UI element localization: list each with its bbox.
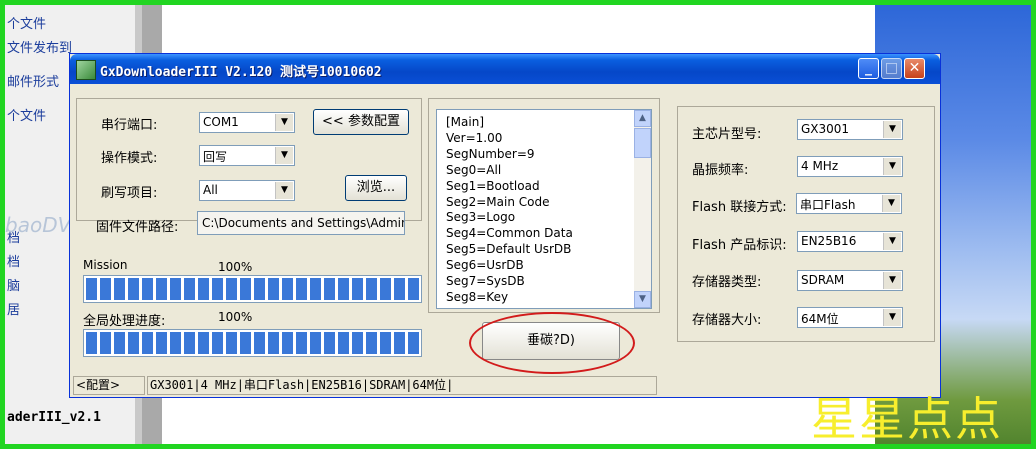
firmware-path-value: C:\Documents and Settings\Admin [202, 216, 405, 230]
task-item[interactable]: 脑 [7, 275, 20, 294]
item-select[interactable]: All ▼ [199, 180, 295, 201]
ini-line: Seg1=Bootload [446, 178, 540, 193]
ini-line: Seg2=Main Code [446, 194, 550, 209]
app-icon [76, 60, 96, 80]
chevron-down-icon[interactable]: ▼ [883, 272, 901, 289]
vertical-scrollbar[interactable]: ▲ ▼ [634, 110, 651, 308]
flash-id-value: EN25B16 [801, 234, 857, 248]
task-item[interactable]: 个文件 [7, 13, 46, 32]
chip-select[interactable]: GX3001 ▼ [797, 119, 903, 140]
ini-line: Seg6=UsrDB [446, 258, 524, 273]
ini-line: Seg7=SysDB [446, 274, 525, 288]
chip-value: GX3001 [801, 122, 850, 136]
ini-line: Seg5=Default UsrDB [446, 242, 572, 257]
mem-type-select[interactable]: SDRAM ▼ [797, 270, 903, 291]
scroll-up-icon[interactable]: ▲ [634, 110, 651, 127]
chip-label: 主芯片型号: [692, 127, 762, 142]
screenshot-frame: 个文件 文件发布到 邮件形式 个文件 档 档 脑 居 aderIII_v2.1 … [0, 0, 1036, 449]
status-summary: GX3001|4 MHz|串口Flash|EN25B16|SDRAM|64M位| [147, 376, 657, 395]
chevron-down-icon[interactable]: ▼ [883, 309, 901, 326]
global-progress-bar [83, 329, 422, 357]
chevron-down-icon[interactable]: ▼ [275, 182, 293, 199]
serial-port-label: 串行端口: [101, 118, 158, 133]
mem-size-select[interactable]: 64M位 ▼ [797, 307, 903, 328]
mem-size-value: 64M位 [801, 312, 839, 326]
mission-progress-bar [83, 275, 422, 303]
item-value: All [203, 183, 218, 197]
crystal-select[interactable]: 4 MHz ▼ [797, 156, 903, 177]
mem-size-label: 存储器大小: [692, 313, 762, 328]
maximize-button[interactable]: □ [881, 58, 902, 79]
chip-config-group: 主芯片型号: GX3001 ▼ 晶振频率: 4 MHz ▼ Flash 联接方式… [677, 106, 935, 342]
global-progress-fill [86, 332, 419, 354]
mem-type-value: SDRAM [801, 273, 845, 287]
downloader-window: GxDownloaderIII V2.120 测试号10010602 _ □ ✕… [69, 53, 941, 398]
global-percent: 100% [218, 310, 253, 324]
flash-id-label: Flash 产品标识: [692, 238, 787, 253]
serial-port-value: COM1 [203, 115, 239, 129]
crystal-value: 4 MHz [801, 159, 839, 173]
task-item[interactable]: 文件发布到 [7, 37, 72, 56]
scroll-down-icon[interactable]: ▼ [634, 291, 651, 308]
ini-line: Seg8=Key [446, 289, 509, 304]
window-title: GxDownloaderIII V2.120 测试号10010602 [100, 65, 382, 80]
ini-line: Seg0=All [446, 162, 502, 177]
task-item[interactable]: 档 [7, 251, 20, 270]
background-file-name: aderIII_v2.1 [7, 410, 101, 425]
connection-group: 串行端口: COM1 ▼ << 参数配置 操作模式: 回写 ▼ 刷写项目: Al… [76, 98, 422, 221]
flash-conn-select[interactable]: 串口Flash ▼ [796, 193, 902, 214]
ini-text-box[interactable]: [Main] Ver=1.00 SegNumber=9 Seg0=All Seg1=Bo… [436, 109, 652, 309]
chevron-down-icon[interactable]: ▼ [275, 147, 293, 164]
task-item[interactable]: 居 [7, 299, 20, 318]
param-config-button[interactable]: << 参数配置 [313, 109, 409, 135]
browse-button[interactable]: 浏览... [345, 175, 407, 201]
overlay-caption: 星星点点 [811, 392, 1003, 446]
scroll-thumb[interactable] [634, 128, 651, 158]
flash-conn-value: 串口Flash [800, 198, 856, 212]
mission-percent: 100% [218, 260, 253, 274]
firmware-path-field[interactable]: C:\Documents and Settings\Admin [197, 211, 405, 235]
chevron-down-icon[interactable]: ▼ [882, 195, 900, 212]
ini-line: Ver=1.00 [446, 130, 503, 145]
status-bar: <配置> GX3001|4 MHz|串口Flash|EN25B16|SDRAM|… [70, 376, 940, 397]
flash-id-select[interactable]: EN25B16 ▼ [797, 231, 903, 252]
task-item[interactable]: 个文件 [7, 105, 46, 124]
minimize-button[interactable]: _ [858, 58, 879, 79]
ini-line: [Main] [446, 115, 485, 129]
crystal-label: 晶振频率: [692, 163, 749, 178]
global-progress-label: 全局处理进度: [83, 314, 166, 329]
mission-progress-fill [86, 278, 419, 300]
mission-label: Mission [83, 258, 128, 272]
chevron-down-icon[interactable]: ▼ [275, 114, 293, 131]
mode-value: 回写 [203, 150, 228, 164]
ini-line: Seg3=Logo [446, 210, 516, 225]
mode-select[interactable]: 回写 ▼ [199, 145, 295, 166]
chevron-down-icon[interactable]: ▼ [883, 121, 901, 138]
close-button[interactable]: ✕ [904, 58, 925, 79]
chevron-down-icon[interactable]: ▼ [883, 158, 901, 175]
mem-type-label: 存储器类型: [692, 275, 762, 290]
mode-label: 操作模式: [101, 151, 158, 166]
flash-conn-label: Flash 联接方式: [692, 200, 787, 215]
item-label: 刷写项目: [101, 186, 158, 201]
serial-port-select[interactable]: COM1 ▼ [199, 112, 295, 133]
task-item[interactable]: 邮件形式 [7, 71, 59, 90]
chevron-down-icon[interactable]: ▼ [883, 233, 901, 250]
ini-line: Seg4=Common Data [446, 226, 573, 241]
firmware-path-label: 固件文件路径: [96, 220, 179, 235]
ini-line: SegNumber=9 [446, 146, 535, 161]
highlight-oval [469, 312, 635, 374]
status-config-label: <配置> [73, 376, 145, 395]
title-bar[interactable]: GxDownloaderIII V2.120 测试号10010602 _ □ ✕ [70, 54, 940, 84]
